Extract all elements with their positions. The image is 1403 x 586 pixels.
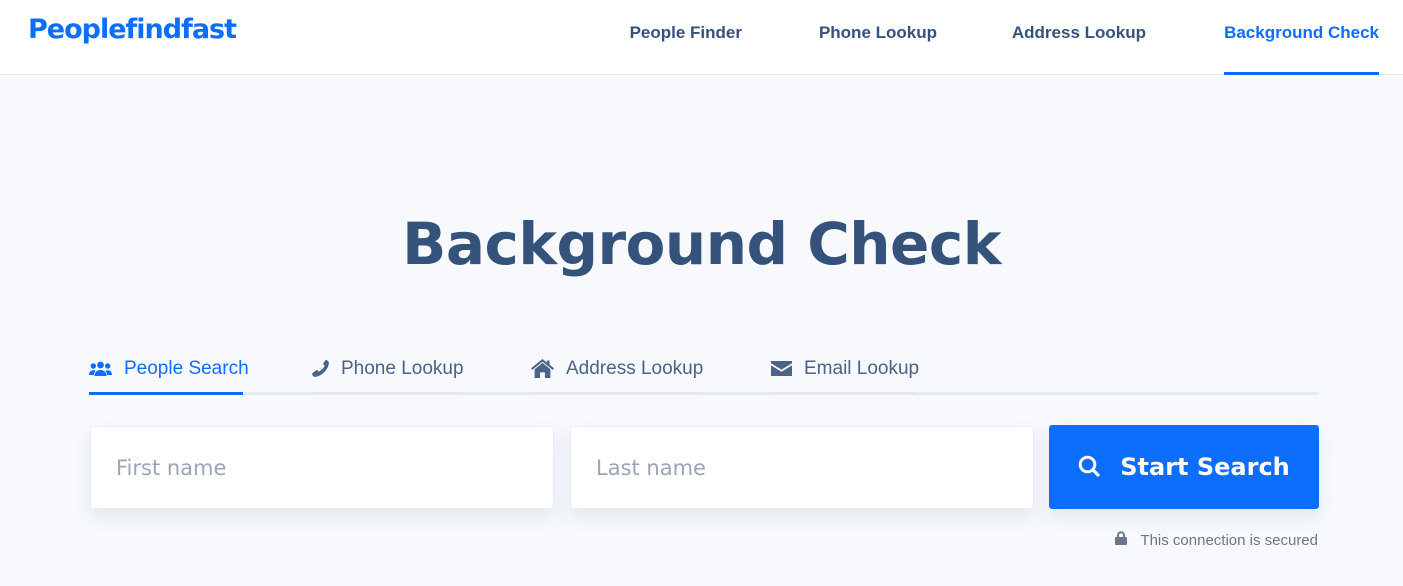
- last-name-input[interactable]: [571, 427, 1033, 508]
- security-text: This connection is secured: [1140, 531, 1318, 549]
- first-name-field: [90, 426, 554, 509]
- top-navigation-bar: Peoplefindfast People Finder Phone Looku…: [0, 0, 1403, 75]
- tab-label: People Search: [124, 357, 249, 379]
- nav-item-people-finder[interactable]: People Finder: [630, 0, 742, 75]
- home-icon: [531, 359, 554, 378]
- envelope-icon: [771, 361, 792, 376]
- search-type-tabs: People Search Phone Lookup Address Looku…: [89, 348, 1319, 395]
- tab-people-search[interactable]: People Search: [89, 348, 249, 395]
- tab-label: Phone Lookup: [341, 357, 464, 379]
- security-note: This connection is secured: [1115, 531, 1318, 549]
- page-title: Background Check: [402, 210, 1001, 278]
- nav-item-phone-lookup[interactable]: Phone Lookup: [819, 0, 937, 75]
- tab-address-lookup[interactable]: Address Lookup: [531, 348, 704, 395]
- logo[interactable]: Peoplefindfast: [28, 14, 237, 45]
- tab-label: Email Lookup: [804, 357, 920, 379]
- start-search-label: Start Search: [1120, 453, 1290, 481]
- tabs-rail: [89, 392, 1319, 395]
- last-name-field: [570, 426, 1034, 509]
- nav-item-address-lookup[interactable]: Address Lookup: [1012, 0, 1146, 75]
- first-name-input[interactable]: [91, 427, 553, 508]
- phone-icon: [312, 360, 329, 377]
- lock-icon: [1115, 531, 1128, 549]
- tab-phone-lookup[interactable]: Phone Lookup: [312, 348, 464, 395]
- start-search-button[interactable]: Start Search: [1049, 425, 1319, 509]
- tab-email-lookup[interactable]: Email Lookup: [771, 348, 920, 395]
- tab-label: Address Lookup: [566, 357, 704, 379]
- users-icon: [89, 361, 112, 377]
- nav-item-background-check[interactable]: Background Check: [1224, 0, 1379, 75]
- search-icon: [1078, 455, 1100, 480]
